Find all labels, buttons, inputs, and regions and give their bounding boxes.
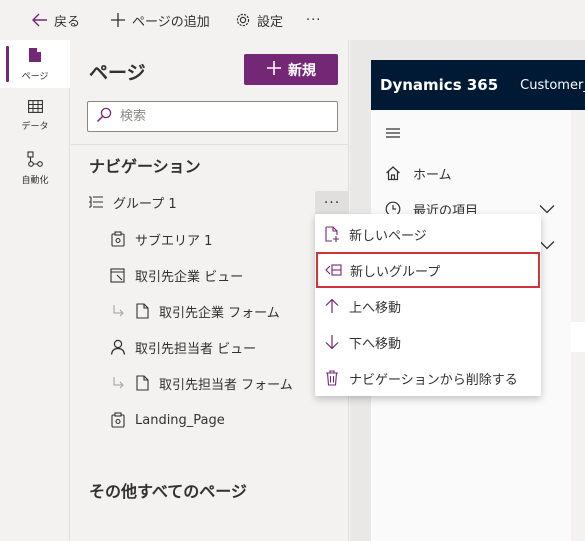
delete-icon: [323, 369, 341, 387]
hamburger-icon: [385, 127, 401, 143]
menu-item-new-group[interactable]: 新しいグループ: [316, 252, 540, 288]
panel-divider: [71, 144, 349, 145]
nav-item-landing-page[interactable]: Landing_Page: [71, 402, 349, 438]
nav-item-label: Landing_Page: [135, 412, 225, 428]
group-list-icon: [87, 193, 105, 211]
nav-item-label: 取引先担当者 ビュー: [135, 341, 257, 357]
rail-label-pages: ページ: [21, 71, 49, 82]
menu-item-label: 上へ移動: [349, 300, 402, 316]
other-pages-title: その他すべてのページ: [89, 482, 247, 501]
menu-item-new-page[interactable]: 新しいページ: [315, 216, 541, 252]
hamburger-menu[interactable]: [385, 120, 401, 150]
back-arrow-icon: [32, 13, 48, 27]
chevron-down-icon[interactable]: [539, 239, 555, 254]
nav-group-label: グループ 1: [113, 196, 177, 212]
menu-item-move-up[interactable]: 上へ移動: [315, 288, 541, 324]
add-page-button[interactable]: ページの追加: [110, 0, 210, 40]
table-icon: [27, 100, 43, 116]
command-bar: 戻る ページの追加 設定 ···: [0, 0, 585, 40]
form-icon: [133, 374, 151, 392]
settings-label: 設定: [257, 14, 284, 30]
nav-item-contact-view[interactable]: 取引先担当者 ビュー: [71, 329, 349, 365]
menu-item-label: 新しいページ: [349, 228, 427, 244]
add-page-label: ページの追加: [132, 14, 210, 30]
nav-item-label: 取引先担当者 フォーム: [159, 377, 293, 393]
group-more-button[interactable]: ···: [315, 191, 349, 215]
search-icon: [96, 107, 112, 127]
child-connector-icon: [109, 374, 127, 392]
back-label: 戻る: [54, 14, 81, 30]
chevron-down-icon[interactable]: [539, 203, 555, 218]
rail-label-automation: 自動化: [21, 175, 49, 186]
plus-icon: [266, 60, 282, 80]
app-header: Dynamics 365 Customer_M: [371, 60, 585, 110]
subarea-icon: [109, 230, 127, 248]
flow-icon: [27, 150, 43, 170]
app-main-card: [571, 322, 585, 352]
new-page-icon: [323, 225, 341, 243]
form-icon: [133, 302, 151, 320]
app-brand: Dynamics 365: [380, 76, 499, 94]
back-button[interactable]: 戻る: [32, 0, 80, 40]
view-icon: [109, 266, 127, 284]
search-box[interactable]: [87, 101, 338, 132]
settings-button[interactable]: 設定: [235, 0, 283, 40]
nav-item-contact-form[interactable]: 取引先担当者 フォーム: [71, 365, 349, 401]
nav-item-subarea-1[interactable]: サブエリア 1: [71, 221, 349, 257]
new-group-icon: [324, 261, 342, 279]
gear-icon: [235, 12, 251, 28]
new-button[interactable]: 新規: [244, 54, 338, 85]
plus-icon: [110, 12, 126, 28]
arrow-down-icon: [323, 333, 341, 351]
home-icon: [385, 165, 401, 181]
pages-panel-title: ページ: [89, 62, 146, 84]
left-rail: ページ データ 自動化: [0, 40, 70, 541]
more-commands-button[interactable]: ···: [306, 0, 321, 40]
sitemap-item-home[interactable]: ホーム: [385, 158, 452, 188]
nav-item-account-form[interactable]: 取引先企業 フォーム: [71, 293, 349, 329]
nav-item-label: サブエリア 1: [135, 233, 213, 249]
person-icon: [109, 338, 127, 356]
menu-item-label: ナビゲーションから削除する: [349, 372, 518, 388]
menu-item-move-down[interactable]: 下へ移動: [315, 324, 541, 360]
arrow-up-icon: [323, 297, 341, 315]
nav-group-1[interactable]: グループ 1: [71, 184, 349, 220]
menu-item-label: 下へ移動: [349, 336, 402, 352]
rail-item-pages[interactable]: ページ: [0, 40, 70, 88]
search-input[interactable]: [120, 109, 320, 124]
menu-item-label: 新しいグループ: [350, 264, 441, 280]
nav-item-label: 取引先企業 フォーム: [159, 305, 280, 321]
new-button-label: 新規: [288, 62, 316, 79]
navigation-title: ナビゲーション: [89, 157, 201, 176]
child-connector-icon: [109, 302, 127, 320]
menu-item-remove-from-navigation[interactable]: ナビゲーションから削除する: [315, 360, 541, 396]
rail-item-data[interactable]: データ: [0, 92, 70, 140]
rail-label-data: データ: [21, 122, 49, 132]
subarea-icon: [109, 411, 127, 429]
sitemap-item-label: ホーム: [413, 167, 452, 183]
rail-item-automation[interactable]: 自動化: [0, 144, 70, 192]
pages-panel: ページ 新規 ナビゲーション グループ 1 ··· サブエリア 1 取引先企業 …: [71, 40, 349, 541]
app-name: Customer_M: [520, 77, 585, 93]
context-menu: 新しいページ 新しいグループ 上へ移動 下へ移動 ナビゲーションから削除する: [315, 214, 541, 396]
nav-item-label: 取引先企業 ビュー: [135, 269, 244, 285]
nav-item-account-view[interactable]: 取引先企業 ビュー: [71, 257, 349, 293]
page-icon: [28, 47, 42, 66]
